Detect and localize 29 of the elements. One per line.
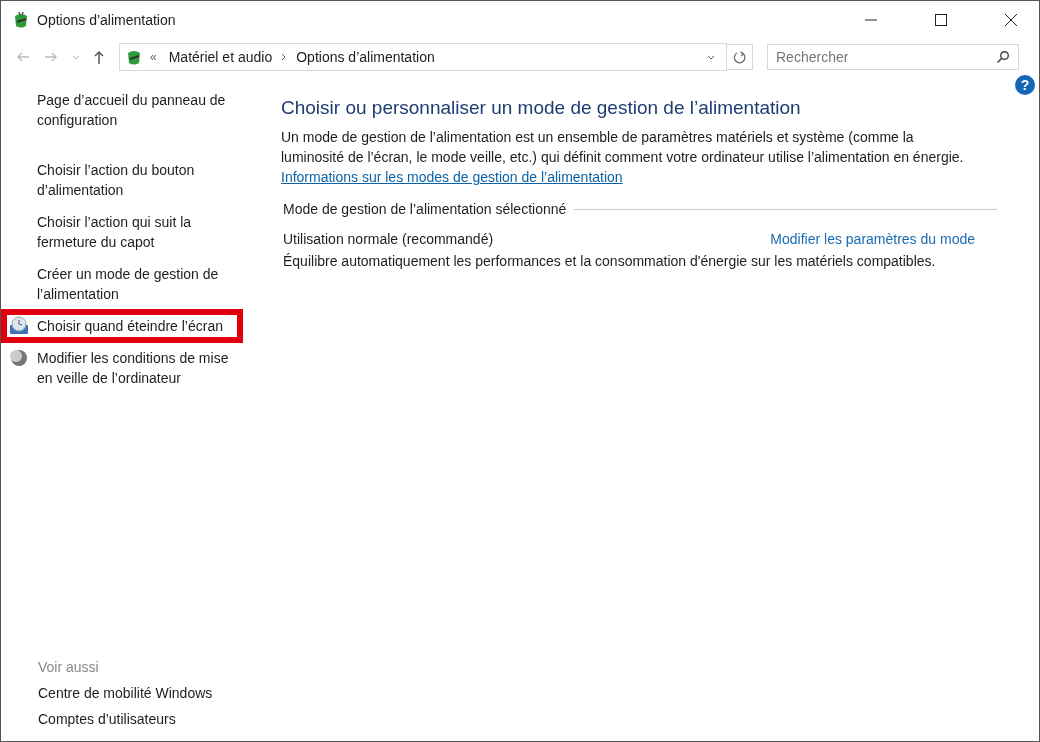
change-plan-link[interactable]: Modifier les paramètres du mode bbox=[770, 231, 975, 247]
search-field[interactable]: Rechercher bbox=[767, 44, 1019, 70]
page-heading: Choisir ou personnaliser un mode de gestion de l’alimentation bbox=[281, 97, 802, 119]
see-also-heading: Voir aussi bbox=[38, 659, 100, 675]
close-icon[interactable] bbox=[1005, 14, 1017, 26]
overflow-chevron[interactable]: « bbox=[150, 50, 157, 64]
sidebar-link[interactable]: Choisir quand éteindre l’écran bbox=[37, 316, 237, 336]
sidebar-link[interactable]: Créer un mode de gestion de l’alimentation bbox=[37, 264, 237, 304]
breadcrumb[interactable]: Matériel et audio bbox=[168, 49, 273, 65]
refresh-icon[interactable] bbox=[727, 44, 753, 70]
help-button[interactable]: ? bbox=[1015, 75, 1035, 95]
info-link[interactable]: Informations sur les modes de gestion de l’alimentation bbox=[281, 169, 623, 185]
see-also-link[interactable]: Centre de mobilité Windows bbox=[38, 685, 263, 701]
see-also-link[interactable]: Comptes d’utilisateurs bbox=[38, 711, 263, 727]
plan-name: Utilisation normale (recommandé) bbox=[283, 231, 494, 247]
moon-globe-icon bbox=[9, 348, 29, 368]
section-heading: Mode de gestion de l’alimentation sélectionné bbox=[283, 201, 567, 217]
address-bar[interactable]: « Matériel et audio Options d’alimentation bbox=[119, 43, 727, 71]
sidebar-link[interactable]: Choisir l’action du bouton d’alimentation bbox=[37, 160, 237, 200]
maximize-icon[interactable] bbox=[935, 14, 947, 26]
window-title: Options d’alimentation bbox=[37, 12, 176, 28]
sidebar-link[interactable]: Choisir l’action qui suit la fermeture du capot bbox=[37, 212, 237, 252]
monitor-clock-icon bbox=[9, 316, 29, 336]
description-text: Un mode de gestion de l’alimentation est un ensemble de paramètres matériels et système (comme la luminosité de l’écran, le mode veille, etc.) qui définit comment votre ordinateur utilise l’alimentation en énergie. bbox=[281, 129, 964, 165]
plan-description: Équilibre automatiquement les performances et la consommation d'énergie sur les matériels compatibles. bbox=[283, 252, 937, 271]
breadcrumb[interactable]: Options d’alimentation bbox=[296, 49, 435, 65]
search-icon bbox=[996, 50, 1010, 64]
sidebar-link[interactable]: Page d’accueil du panneau de configuration bbox=[37, 90, 237, 130]
sidebar-link[interactable]: Modifier les conditions de mise en veille de l’ordinateur bbox=[37, 348, 237, 388]
